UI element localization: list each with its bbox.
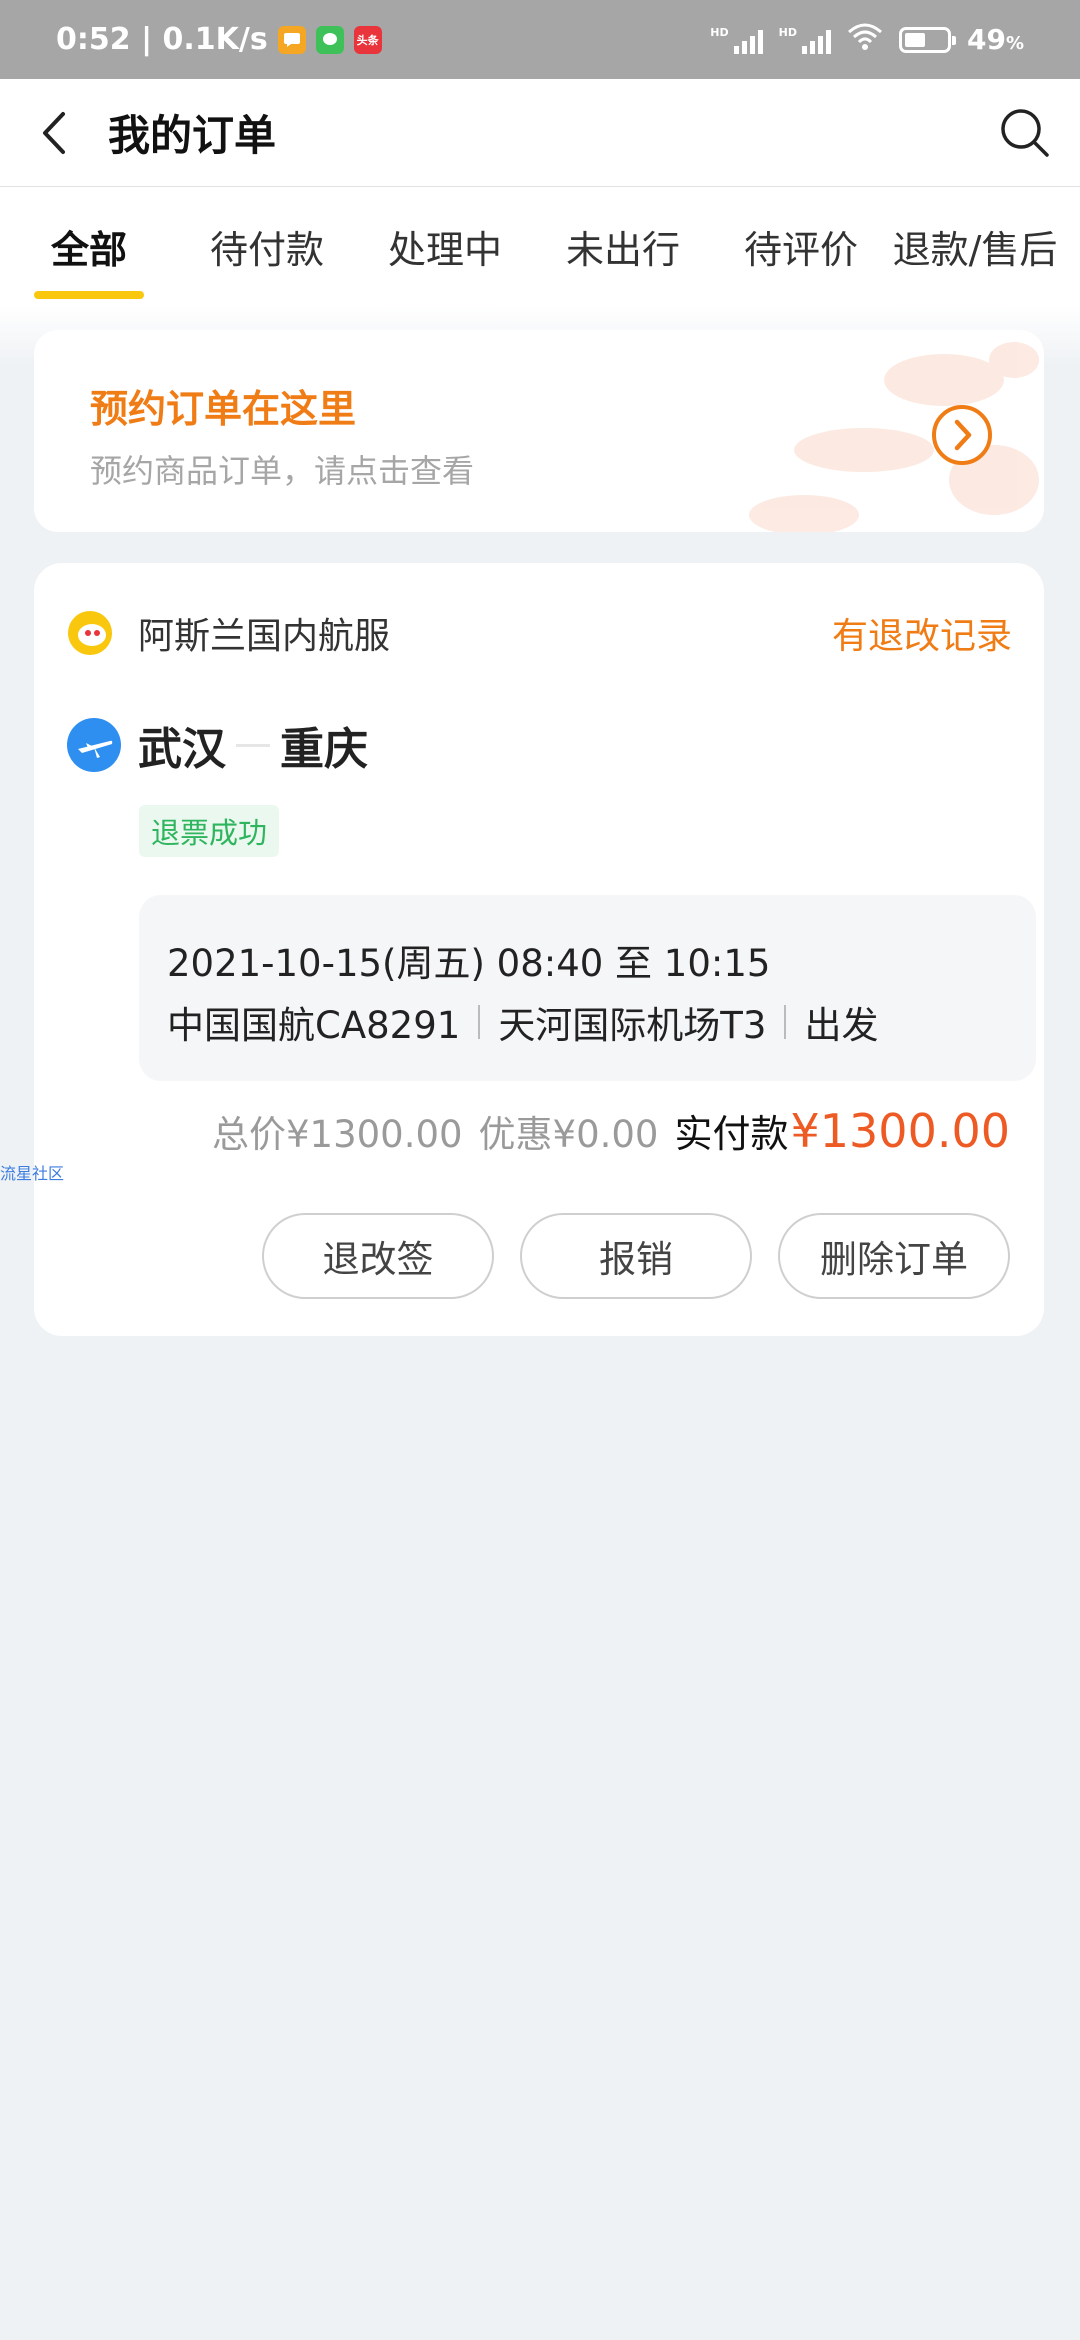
shop-logo-icon bbox=[68, 611, 112, 655]
promo-subtitle: 预约商品订单，请点击查看 bbox=[90, 452, 475, 490]
search-icon bbox=[1001, 108, 1049, 157]
message-app-icon bbox=[277, 25, 306, 54]
total-price: 总价¥1300.00 bbox=[212, 1113, 463, 1156]
status-time: 0:52 | 0.1K/s bbox=[56, 22, 268, 57]
flight-info: 中国国航CA8291 天河国际机场T3 出发 bbox=[167, 995, 878, 1049]
airline-flight: 中国国航CA8291 bbox=[167, 1004, 461, 1047]
tab-pending-review[interactable]: 待评价 bbox=[712, 187, 890, 305]
signal-icon: HD bbox=[779, 26, 831, 54]
route-dash bbox=[236, 743, 270, 747]
discount: 优惠¥0.00 bbox=[478, 1113, 659, 1156]
wechat-icon bbox=[315, 25, 344, 54]
watermark: 流星社区 bbox=[0, 1164, 65, 1183]
battery-icon bbox=[898, 26, 956, 53]
search-button[interactable] bbox=[970, 79, 1080, 187]
paid-amount: ¥1300.00 bbox=[790, 1104, 1011, 1158]
divider bbox=[478, 1005, 481, 1039]
status-bar: 0:52 | 0.1K/s 头条 HD HD 49% bbox=[0, 0, 1080, 79]
paid-label: 实付款 bbox=[674, 1112, 789, 1156]
shop-row: 阿斯兰国内航服 有退改记录 bbox=[66, 603, 1012, 663]
price-row: 总价¥1300.00 优惠¥0.00 实付款 ¥1300.00 bbox=[212, 1103, 1010, 1158]
reimburse-button[interactable]: 报销 bbox=[520, 1213, 752, 1299]
active-tab-indicator bbox=[34, 291, 144, 299]
order-card[interactable]: 阿斯兰国内航服 有退改记录 武汉 重庆 退票成功 2021-10-15(周五) … bbox=[34, 563, 1044, 1336]
flight-time: 2021-10-15(周五) 08:40 至 10:15 bbox=[167, 942, 771, 985]
back-button[interactable] bbox=[0, 79, 108, 187]
status-badge: 退票成功 bbox=[139, 805, 280, 857]
battery-percent: 49% bbox=[966, 23, 1024, 56]
tab-pending-payment[interactable]: 待付款 bbox=[178, 187, 356, 305]
signal-icon: HD bbox=[710, 26, 763, 54]
tab-refund-aftersale[interactable]: 退款/售后 bbox=[890, 187, 1060, 305]
tab-all[interactable]: 全部 bbox=[0, 187, 178, 305]
promo-title: 预约订单在这里 bbox=[90, 387, 357, 431]
order-tabs: 全部 待付款 处理中 未出行 待评价 退款/售后 bbox=[0, 187, 1080, 305]
page-header: 我的订单 bbox=[0, 79, 1080, 187]
refund-record-link[interactable]: 有退改记录 bbox=[832, 607, 1012, 659]
chevron-left-icon bbox=[43, 111, 65, 154]
airplane-icon bbox=[67, 718, 121, 772]
wifi-icon bbox=[847, 22, 883, 58]
circle-chevron-right-icon[interactable] bbox=[930, 403, 994, 467]
route-row: 武汉 重庆 bbox=[66, 713, 368, 777]
flight-details: 2021-10-15(周五) 08:40 至 10:15 中国国航CA8291 … bbox=[139, 895, 1036, 1081]
arrival-city: 重庆 bbox=[280, 724, 368, 775]
airport: 天河国际机场T3 bbox=[498, 1004, 767, 1047]
tab-not-traveled[interactable]: 未出行 bbox=[534, 187, 712, 305]
toutiao-icon: 头条 bbox=[353, 25, 382, 54]
reservation-orders-card[interactable]: 预约订单在这里 预约商品订单，请点击查看 bbox=[34, 330, 1044, 532]
divider bbox=[784, 1005, 787, 1039]
direction: 出发 bbox=[804, 1004, 879, 1047]
action-buttons: 退改签 报销 删除订单 bbox=[262, 1213, 1010, 1299]
change-refund-button[interactable]: 退改签 bbox=[262, 1213, 494, 1299]
tab-processing[interactable]: 处理中 bbox=[356, 187, 534, 305]
departure-city: 武汉 bbox=[138, 724, 226, 775]
shop-name[interactable]: 阿斯兰国内航服 bbox=[138, 607, 390, 659]
delete-order-button[interactable]: 删除订单 bbox=[778, 1213, 1010, 1299]
page-title: 我的订单 bbox=[108, 111, 277, 160]
